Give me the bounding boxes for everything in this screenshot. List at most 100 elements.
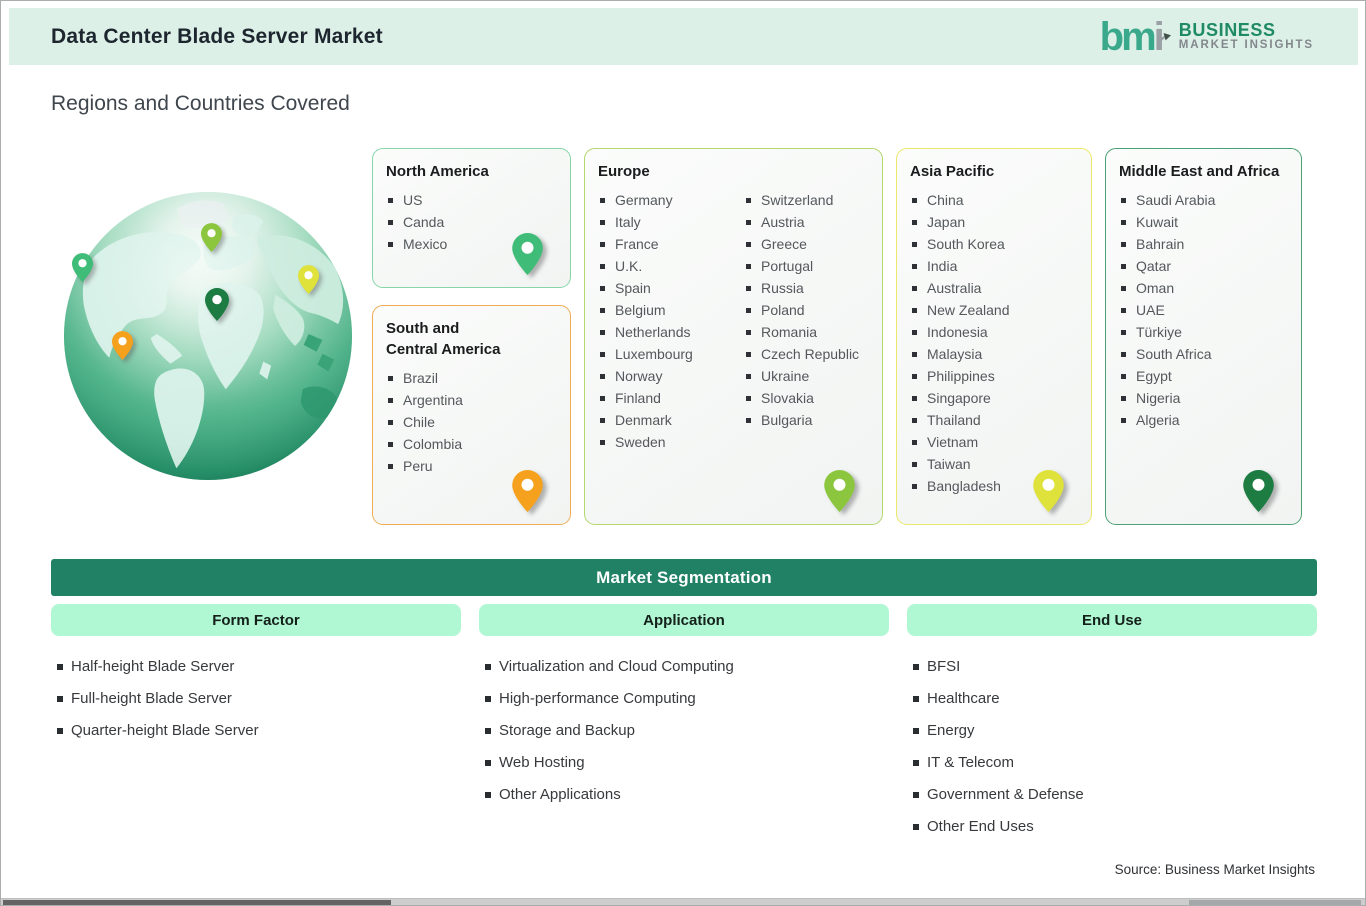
list-item: Egypt	[1119, 365, 1288, 387]
list-item: Web Hosting	[485, 753, 889, 773]
logo-mark-bm: bm	[1099, 14, 1157, 59]
list-item: Chile	[386, 411, 557, 433]
logo-text: BUSINESS MARKET INSIGHTS	[1179, 21, 1314, 52]
list-item: Germany	[598, 189, 744, 211]
list-item: Romania	[744, 321, 859, 343]
globe-pin-south-america	[112, 331, 133, 365]
list-item: Other Applications	[485, 785, 889, 805]
list-item: Australia	[910, 277, 1078, 299]
segmentation-columns: Form Factor Half-height Blade Server Full…	[51, 604, 1317, 849]
card-title-south-central-america: South and Central America	[386, 320, 501, 358]
list-item: Russia	[744, 277, 859, 299]
list-item: Luxembourg	[598, 343, 744, 365]
country-list-europe-col1: Germany Italy France U.K. Spain Belgium Nether…	[598, 189, 744, 453]
list-item: Healthcare	[913, 689, 1317, 709]
region-cards: North America US Canda Mexico South and Ce…	[372, 148, 1302, 525]
list-item: New Zealand	[910, 299, 1078, 321]
globe-illustration	[60, 188, 356, 484]
list-item: High-performance Computing	[485, 689, 889, 709]
list-item: Energy	[913, 721, 1317, 741]
segment-list-end-use: BFSI Healthcare Energy IT & Telecom Governme…	[907, 657, 1317, 837]
list-item: Sweden	[598, 431, 744, 453]
list-item: Full-height Blade Server	[57, 689, 461, 709]
list-item: Canda	[386, 211, 557, 233]
segment-header-form-factor: Form Factor	[51, 604, 461, 636]
list-item: Portugal	[744, 255, 859, 277]
list-item: Half-height Blade Server	[57, 657, 461, 677]
list-item: Indonesia	[910, 321, 1078, 343]
list-item: South Africa	[1119, 343, 1288, 365]
list-item: Algeria	[1119, 409, 1288, 431]
list-item: U.K.	[598, 255, 744, 277]
list-item: China	[910, 189, 1078, 211]
list-item: Oman	[1119, 277, 1288, 299]
list-item: Government & Defense	[913, 785, 1317, 805]
card-title-north-america: North America	[386, 163, 489, 180]
page-title: Data Center Blade Server Market	[51, 24, 383, 48]
header-band: Data Center Blade Server Market bmi BUSI…	[9, 8, 1358, 65]
list-item: South Korea	[910, 233, 1078, 255]
segment-column-form-factor: Form Factor Half-height Blade Server Full…	[51, 604, 461, 849]
list-item: Japan	[910, 211, 1078, 233]
country-list-europe-col2: Switzerland Austria Greece Portugal Russia Po…	[744, 189, 859, 453]
list-item: Austria	[744, 211, 859, 233]
list-item: Greece	[744, 233, 859, 255]
list-item: Bahrain	[1119, 233, 1288, 255]
globe-pin-europe	[201, 223, 222, 257]
globe-pin-north-america	[72, 253, 93, 287]
segmentation-title-bar: Market Segmentation	[51, 559, 1317, 596]
logo-arrow-icon	[1156, 13, 1171, 53]
list-item: IT & Telecom	[913, 753, 1317, 773]
list-item: Italy	[598, 211, 744, 233]
scrollbar-right-segment	[1189, 900, 1361, 905]
market-segmentation-section: Market Segmentation Form Factor Half-hei…	[51, 559, 1317, 849]
card-europe: Europe Germany Italy France U.K. Spain Belgiu…	[584, 148, 883, 525]
country-list-middle-east-africa: Saudi Arabia Kuwait Bahrain Qatar Oman UAE Tür…	[1119, 189, 1288, 431]
list-item: Türkiye	[1119, 321, 1288, 343]
logo-business: BUSINESS	[1178, 20, 1276, 41]
list-item: Other End Uses	[913, 817, 1317, 837]
list-item: Nigeria	[1119, 387, 1288, 409]
horizontal-scrollbar[interactable]	[1, 898, 1365, 905]
list-item: Malaysia	[910, 343, 1078, 365]
globe-pin-asia-pacific	[298, 265, 319, 299]
logo-market-insights: MARKET INSIGHTS	[1178, 38, 1314, 51]
segment-header-end-use: End Use	[907, 604, 1317, 636]
list-item: Qatar	[1119, 255, 1288, 277]
list-item: Ukraine	[744, 365, 859, 387]
list-item: Poland	[744, 299, 859, 321]
card-south-central-america: South and Central America Brazil Argentin…	[372, 305, 571, 525]
list-item: Belgium	[598, 299, 744, 321]
list-item: Quarter-height Blade Server	[57, 721, 461, 741]
list-item: Storage and Backup	[485, 721, 889, 741]
list-item: Brazil	[386, 367, 557, 389]
globe-pin-middle-east	[205, 288, 229, 326]
list-item: Finland	[598, 387, 744, 409]
map-pin-icon	[512, 470, 543, 517]
list-item: Virtualization and Cloud Computing	[485, 657, 889, 677]
card-north-america: North America US Canda Mexico	[372, 148, 571, 288]
list-item: Argentina	[386, 389, 557, 411]
list-item: US	[386, 189, 557, 211]
americas-column: North America US Canda Mexico South and Ce…	[372, 148, 571, 525]
source-attribution: Source: Business Market Insights	[1114, 862, 1315, 877]
infographic-page: Data Center Blade Server Market bmi BUSI…	[0, 0, 1366, 906]
map-pin-icon	[1033, 470, 1064, 517]
scrollbar-thumb[interactable]	[3, 900, 391, 905]
list-item: Czech Republic	[744, 343, 859, 365]
list-item: UAE	[1119, 299, 1288, 321]
list-item: Netherlands	[598, 321, 744, 343]
bmi-logo-mark: bmi	[1099, 14, 1171, 59]
list-item: Thailand	[910, 409, 1078, 431]
map-pin-icon	[824, 470, 855, 517]
card-asia-pacific: Asia Pacific China Japan South Korea India A…	[896, 148, 1092, 525]
list-item: Vietnam	[910, 431, 1078, 453]
list-item: Philippines	[910, 365, 1078, 387]
list-item: Singapore	[910, 387, 1078, 409]
list-item: Saudi Arabia	[1119, 189, 1288, 211]
list-item: Switzerland	[744, 189, 859, 211]
map-pin-icon	[1243, 470, 1274, 517]
card-title-middle-east-africa: Middle East and Africa	[1119, 163, 1280, 180]
card-title-asia-pacific: Asia Pacific	[910, 163, 995, 180]
segment-list-form-factor: Half-height Blade Server Full-height Blad…	[51, 657, 461, 741]
